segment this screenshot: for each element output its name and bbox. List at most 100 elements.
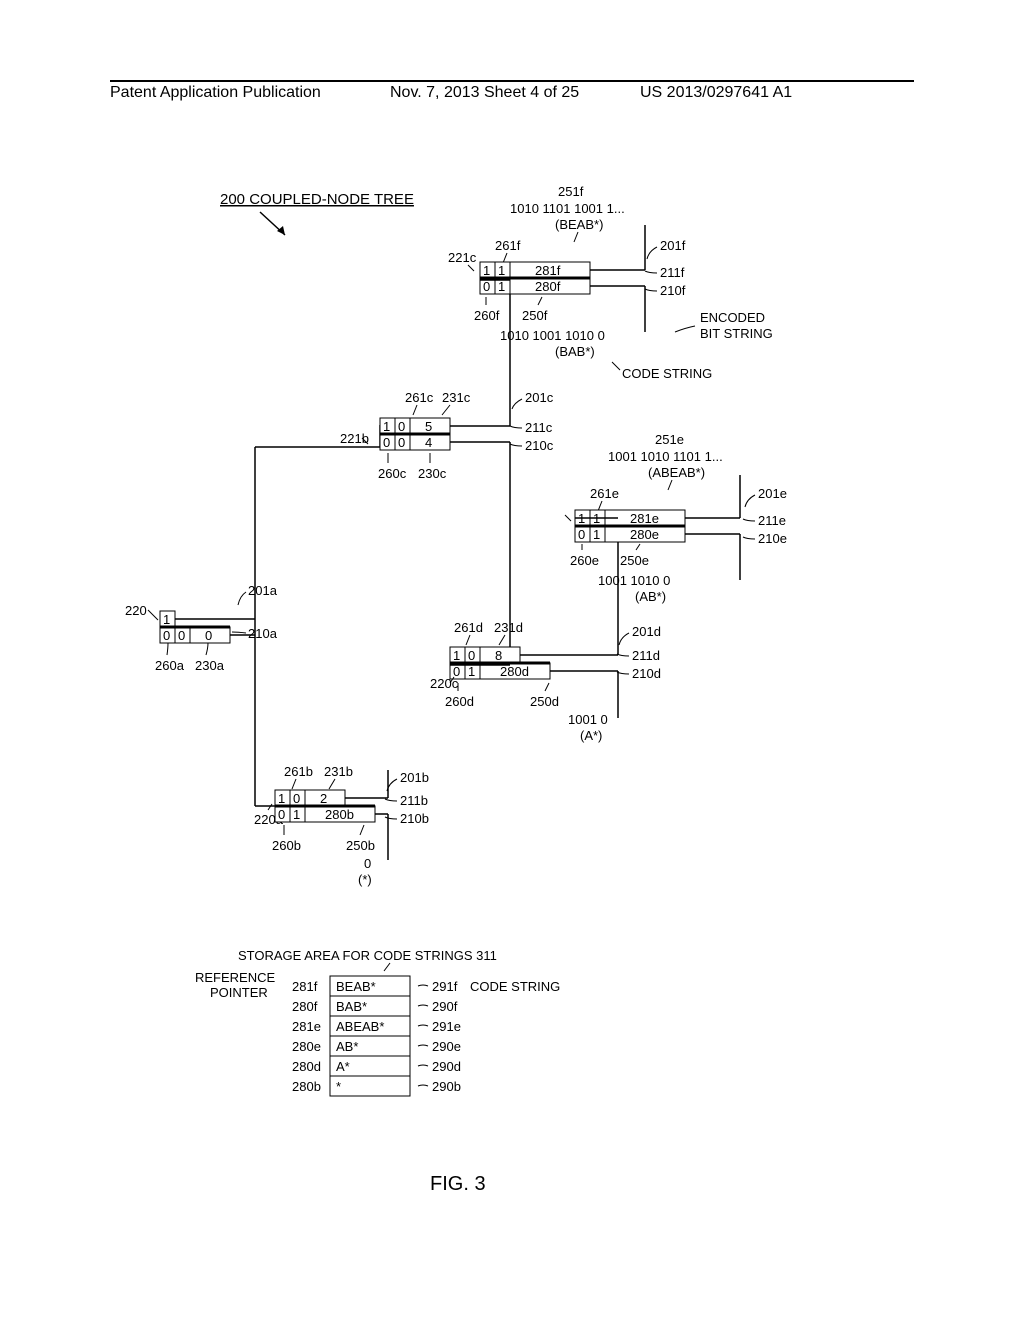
svg-text:281f: 281f [535,263,561,278]
storage-table: BEAB* BAB* ABEAB* AB* A* * 281f 280f 281… [292,976,560,1096]
svg-text:261e: 261e [590,486,619,501]
svg-text:1: 1 [483,263,490,278]
svg-text:0: 0 [578,527,585,542]
svg-text:251e: 251e [655,432,684,447]
svg-text:260b: 260b [272,838,301,853]
svg-text:220c: 220c [430,676,459,691]
svg-text:250b: 250b [346,838,375,853]
svg-text:*: * [336,1079,341,1094]
svg-text:211f: 211f [660,265,685,280]
svg-text:0: 0 [163,628,170,643]
svg-text:211b: 211b [400,793,428,808]
tree-title: 200 COUPLED-NODE TREE [220,191,414,208]
svg-text:0: 0 [205,628,212,643]
svg-text:(BEAB*): (BEAB*) [555,217,603,232]
svg-text:290e: 290e [432,1039,461,1054]
svg-text:0: 0 [364,856,371,871]
svg-text:BAB*: BAB* [336,999,367,1014]
svg-text:A*: A* [336,1059,350,1074]
svg-text:(AB*): (AB*) [635,589,666,604]
svg-text:(*): (*) [358,872,372,887]
svg-text:5: 5 [425,419,432,434]
svg-text:ABEAB*: ABEAB* [336,1019,384,1034]
svg-text:4: 4 [425,435,432,450]
svg-text:261d: 261d [454,620,483,635]
svg-text:260e: 260e [570,553,599,568]
svg-text:280f: 280f [535,279,561,294]
svg-text:281e: 281e [292,1019,321,1034]
svg-text:1: 1 [498,263,505,278]
svg-text:211d: 211d [632,648,660,663]
svg-text:290d: 290d [432,1059,461,1074]
svg-text:201c: 201c [525,390,554,405]
svg-text:291e: 291e [432,1019,461,1034]
svg-text:2: 2 [320,791,327,806]
svg-text:280d: 280d [500,664,529,679]
svg-text:CODE STRING: CODE STRING [470,979,560,994]
svg-text:0: 0 [383,435,390,450]
svg-text:280b: 280b [292,1079,321,1094]
svg-text:281e: 281e [630,511,659,526]
svg-text:1001 1010 1101 1...: 1001 1010 1101 1... [608,449,723,464]
svg-text:280d: 280d [292,1059,321,1074]
svg-text:BEAB*: BEAB* [336,979,376,994]
svg-text:POINTER: POINTER [210,985,268,1000]
svg-text:250e: 250e [620,553,649,568]
svg-text:REFERENCE: REFERENCE [195,970,276,985]
svg-text:8: 8 [495,648,502,663]
svg-text:231b: 231b [324,764,353,779]
svg-text:201b: 201b [400,770,429,785]
svg-text:(BAB*): (BAB*) [555,344,595,359]
svg-text:AB*: AB* [336,1039,358,1054]
svg-text:210f: 210f [660,283,686,298]
svg-text:291f: 291f [432,979,458,994]
svg-text:250d: 250d [530,694,559,709]
svg-text:261f: 261f [495,238,521,253]
svg-text:1010 1101 1001 1...: 1010 1101 1001 1... [510,201,625,216]
svg-text:211c: 211c [525,420,553,435]
svg-text:280f: 280f [292,999,318,1014]
svg-text:0: 0 [278,807,285,822]
svg-text:201d: 201d [632,624,661,639]
svg-text:260d: 260d [445,694,474,709]
svg-text:280b: 280b [325,807,354,822]
svg-text:280e: 280e [630,527,659,542]
svg-text:261c: 261c [405,390,434,405]
svg-text:210b: 210b [400,811,429,826]
svg-text:290f: 290f [432,999,458,1014]
svg-text:1001 0: 1001 0 [568,712,608,727]
svg-text:0: 0 [293,791,300,806]
svg-text:280e: 280e [292,1039,321,1054]
svg-text:1010 1001 1010 0: 1010 1001 1010 0 [500,328,605,343]
svg-text:0: 0 [178,628,185,643]
svg-text:201f: 201f [660,238,686,253]
svg-text:1: 1 [593,527,600,542]
svg-text:210d: 210d [632,666,661,681]
svg-text:201e: 201e [758,486,787,501]
svg-text:231c: 231c [442,390,471,405]
svg-text:1: 1 [468,664,475,679]
svg-text:ENCODED: ENCODED [700,310,765,325]
svg-text:251f: 251f [558,184,584,199]
svg-text:261b: 261b [284,764,313,779]
svg-text:(ABEAB*): (ABEAB*) [648,465,705,480]
svg-text:210c: 210c [525,438,554,453]
svg-text:250f: 250f [522,308,548,323]
svg-text:CODE STRING: CODE STRING [622,366,712,381]
svg-text:1: 1 [163,612,170,627]
svg-text:221b: 221b [340,431,369,446]
svg-text:230a: 230a [195,658,225,673]
svg-text:1: 1 [293,807,300,822]
svg-text:1: 1 [453,648,460,663]
svg-text:281f: 281f [292,979,318,994]
svg-text:(A*): (A*) [580,728,602,743]
svg-text:0: 0 [483,279,490,294]
svg-text:211e: 211e [758,513,786,528]
svg-text:1001 1010 0: 1001 1010 0 [598,573,670,588]
svg-text:1: 1 [278,791,285,806]
svg-text:221c: 221c [448,250,477,265]
svg-text:230c: 230c [418,466,447,481]
svg-text:BIT STRING: BIT STRING [700,326,773,341]
svg-text:0: 0 [398,419,405,434]
svg-text:210a: 210a [248,626,278,641]
